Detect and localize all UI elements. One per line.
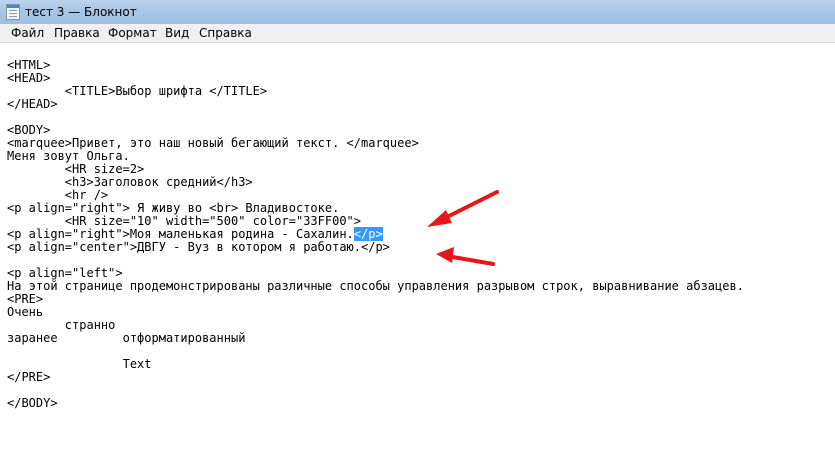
menu-file[interactable]: Файл	[7, 24, 48, 42]
editor-line: На этой странице продемонстрированы разл…	[7, 279, 744, 293]
menu-view[interactable]: Вид	[161, 24, 193, 42]
menu-bar: Файл Правка Формат Вид Справка	[0, 24, 835, 43]
editor-line: заранее отформатированный	[7, 331, 246, 345]
notepad-window: тест 3 — Блокнот Файл Правка Формат Вид …	[0, 0, 835, 456]
text-editor[interactable]: <HTML> <HEAD> <TITLE>Выбор шрифта </TITL…	[0, 43, 835, 456]
editor-line: </PRE>	[7, 370, 51, 384]
menu-help[interactable]: Справка	[195, 24, 256, 42]
notepad-icon	[6, 4, 20, 20]
menu-format[interactable]: Формат	[104, 24, 161, 42]
editor-line: </BODY>	[7, 396, 58, 410]
editor-line: <p align="center">ДВГУ - Вуз в котором я…	[7, 240, 390, 254]
editor-line: </HEAD>	[7, 97, 58, 111]
window-title: тест 3 — Блокнот	[25, 5, 137, 19]
menu-edit[interactable]: Правка	[50, 24, 104, 42]
title-bar[interactable]: тест 3 — Блокнот	[0, 0, 835, 24]
line-text-before-selection: <p align="right">Моя маленькая родина - …	[7, 227, 354, 241]
text-selection[interactable]: </p>	[353, 227, 383, 241]
